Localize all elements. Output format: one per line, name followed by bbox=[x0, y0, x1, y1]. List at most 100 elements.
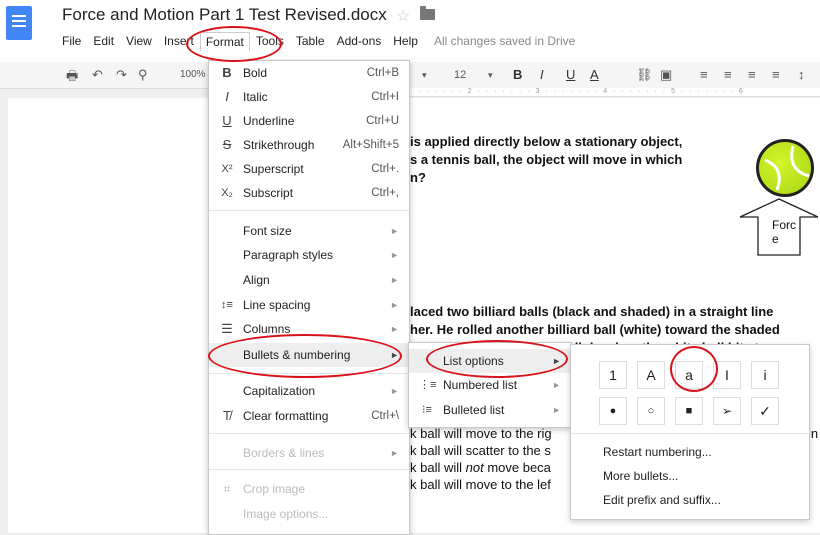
format-crop-image-item[interactable]: ⌗ Crop image bbox=[209, 477, 409, 501]
menu-edit[interactable]: Edit bbox=[87, 31, 120, 51]
format-bold-shortcut: Ctrl+B bbox=[366, 67, 399, 79]
zoom-select[interactable]: 100% bbox=[180, 69, 206, 80]
underline-button[interactable]: U bbox=[566, 67, 575, 82]
italic-button[interactable]: I bbox=[540, 67, 544, 82]
paint-format-icon[interactable]: ⚲ bbox=[138, 67, 148, 83]
format-bold-item[interactable]: B Bold Ctrl+B bbox=[209, 61, 409, 85]
text-color-button[interactable]: A bbox=[590, 67, 599, 82]
font-dropdown-chevron-icon[interactable]: ▾ bbox=[422, 70, 427, 81]
format-strikethrough-shortcut: Alt+Shift+5 bbox=[342, 139, 399, 151]
submenu-arrow-icon: ► bbox=[390, 250, 399, 260]
format-line-spacing-item[interactable]: ↕≡ Line spacing ► bbox=[209, 293, 409, 317]
format-underline-item[interactable]: U Underline Ctrl+U bbox=[209, 109, 409, 133]
bullet-style-arrow[interactable]: ➢ bbox=[713, 397, 741, 425]
redo-icon[interactable]: ↷ bbox=[116, 67, 127, 83]
force-label: Forc e bbox=[772, 218, 796, 246]
menu-divider bbox=[209, 210, 409, 211]
menu-addons[interactable]: Add-ons bbox=[331, 31, 388, 51]
bullet-style-checkmark[interactable]: ✓ bbox=[751, 397, 779, 425]
bullet-style-filled-circle[interactable]: ● bbox=[599, 397, 627, 425]
answer-c: k ball will not move beca bbox=[410, 460, 551, 475]
tennis-ball-image[interactable] bbox=[756, 139, 814, 197]
restart-numbering-item[interactable]: Restart numbering... bbox=[603, 445, 712, 459]
strikethrough-icon: S bbox=[222, 137, 232, 152]
format-superscript-item[interactable]: X² Superscript Ctrl+. bbox=[209, 157, 409, 181]
answer-d: k ball will move to the lef bbox=[410, 477, 551, 492]
submenu-arrow-icon: ► bbox=[552, 405, 561, 415]
underline-icon: U bbox=[222, 113, 232, 128]
menu-table[interactable]: Table bbox=[290, 31, 331, 51]
answer-a: k ball will move to the rig bbox=[410, 426, 552, 441]
menu-divider bbox=[571, 433, 809, 434]
answer-c-post: move beca bbox=[483, 460, 551, 475]
document-title[interactable]: Force and Motion Part 1 Test Revised.doc… bbox=[62, 5, 387, 25]
format-borders-lines-label: Borders & lines bbox=[243, 446, 325, 460]
format-italic-shortcut: Ctrl+I bbox=[371, 91, 399, 103]
format-subscript-shortcut: Ctrl+, bbox=[371, 187, 399, 199]
format-underline-label: Underline bbox=[243, 114, 295, 128]
format-subscript-item[interactable]: X₂ Subscript Ctrl+, bbox=[209, 181, 409, 205]
line-spacing-icon[interactable]: ↕ bbox=[798, 67, 805, 82]
menu-view[interactable]: View bbox=[120, 31, 158, 51]
undo-icon[interactable]: ↶ bbox=[92, 67, 103, 83]
format-clear-formatting-shortcut: Ctrl+\ bbox=[371, 410, 399, 422]
format-font-size-item[interactable]: Font size ► bbox=[209, 219, 409, 243]
menu-divider bbox=[209, 469, 409, 470]
bulleted-list-icon: ⁝≡ bbox=[422, 404, 432, 416]
format-superscript-shortcut: Ctrl+. bbox=[371, 163, 399, 175]
annotation-circle-bullets-numbering bbox=[208, 334, 402, 378]
submenu-arrow-icon: ► bbox=[390, 386, 399, 396]
edit-prefix-suffix-item[interactable]: Edit prefix and suffix... bbox=[603, 493, 721, 507]
menu-help[interactable]: Help bbox=[387, 31, 424, 51]
format-borders-lines-item[interactable]: Borders & lines ► bbox=[209, 441, 409, 465]
format-crop-image-label: Crop image bbox=[243, 482, 306, 496]
format-clear-formatting-item[interactable]: T̸ Clear formatting Ctrl+\ bbox=[209, 404, 409, 428]
font-size-select[interactable]: 12 bbox=[454, 69, 466, 81]
submenu-arrow-icon: ► bbox=[552, 380, 561, 390]
format-align-item[interactable]: Align ► bbox=[209, 268, 409, 292]
star-icon[interactable]: ☆ bbox=[396, 6, 410, 26]
bold-icon: B bbox=[222, 65, 232, 80]
format-underline-shortcut: Ctrl+U bbox=[366, 115, 399, 127]
bullet-style-square[interactable]: ■ bbox=[675, 397, 703, 425]
align-right-icon[interactable]: ≡ bbox=[748, 67, 756, 82]
folder-icon[interactable] bbox=[420, 6, 435, 20]
format-align-label: Align bbox=[243, 273, 270, 287]
question-1-line-1: is applied directly below a stationary o… bbox=[410, 134, 683, 149]
format-paragraph-styles-label: Paragraph styles bbox=[243, 248, 334, 262]
menu-file[interactable]: File bbox=[56, 31, 87, 51]
align-center-icon[interactable]: ≡ bbox=[724, 67, 732, 82]
numbering-style-upper-alpha[interactable]: A bbox=[637, 361, 665, 389]
align-left-icon[interactable]: ≡ bbox=[700, 67, 708, 82]
format-strikethrough-label: Strikethrough bbox=[243, 138, 315, 152]
numbering-style-lower-roman[interactable]: i bbox=[751, 361, 779, 389]
submenu-arrow-icon: ► bbox=[390, 275, 399, 285]
font-size-chevron-icon[interactable]: ▾ bbox=[488, 70, 493, 81]
annotation-circle-lower-alpha bbox=[670, 346, 718, 392]
format-image-options-label: Image options... bbox=[243, 507, 329, 521]
format-image-options-item[interactable]: Image options... bbox=[209, 502, 409, 526]
format-strikethrough-item[interactable]: S Strikethrough Alt+Shift+5 bbox=[209, 133, 409, 157]
format-paragraph-styles-item[interactable]: Paragraph styles ► bbox=[209, 243, 409, 267]
save-status: All changes saved in Drive bbox=[433, 34, 576, 48]
bulleted-list-item[interactable]: ⁝≡ Bulleted list ► bbox=[409, 398, 571, 422]
format-italic-item[interactable]: I Italic Ctrl+I bbox=[209, 85, 409, 109]
link-icon[interactable]: ⛓ bbox=[636, 67, 653, 83]
docs-logo-icon[interactable] bbox=[6, 6, 32, 40]
more-bullets-item[interactable]: More bullets... bbox=[603, 469, 678, 483]
ruler[interactable]: 1 · · · · · · · 2 · · · · · · · 3 · · · … bbox=[400, 88, 820, 97]
line-spacing-icon: ↕≡ bbox=[221, 299, 233, 311]
answer-c-emphasis: not bbox=[465, 460, 484, 475]
format-italic-label: Italic bbox=[243, 90, 268, 104]
format-capitalization-item[interactable]: Capitalization ► bbox=[209, 379, 409, 403]
bullet-style-hollow-circle[interactable]: ○ bbox=[637, 397, 665, 425]
comment-icon[interactable]: ▣ bbox=[660, 67, 672, 83]
format-capitalization-label: Capitalization bbox=[243, 384, 316, 398]
question-1-line-2: s a tennis ball, the object will move in… bbox=[410, 152, 683, 167]
bold-button[interactable]: B bbox=[513, 67, 522, 82]
format-menu: B Bold Ctrl+B I Italic Ctrl+I U Underlin… bbox=[208, 60, 410, 535]
numbering-style-decimal[interactable]: 1 bbox=[599, 361, 627, 389]
format-subscript-label: Subscript bbox=[243, 186, 294, 200]
print-icon[interactable]: 🖶 bbox=[66, 67, 78, 89]
align-justify-icon[interactable]: ≡ bbox=[772, 67, 780, 82]
